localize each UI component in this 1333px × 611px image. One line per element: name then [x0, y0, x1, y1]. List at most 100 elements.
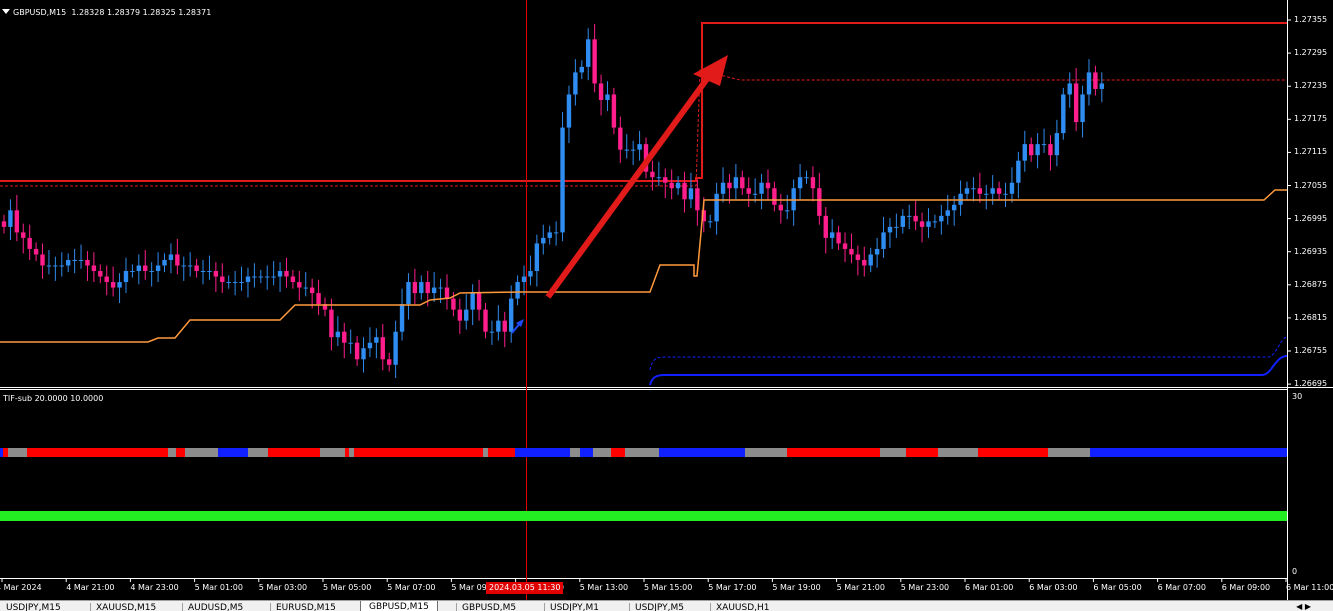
candle	[297, 282, 302, 288]
candle	[348, 342, 353, 344]
tab-separator	[90, 603, 91, 611]
candle	[412, 282, 418, 294]
price-label: 1.27175	[1294, 114, 1328, 124]
candle	[977, 188, 983, 194]
crosshair-time-label: 2024.03.05 11:30	[486, 582, 564, 594]
time-label: 4 Mar 23:00	[130, 583, 179, 592]
candle	[451, 298, 456, 310]
candle	[303, 287, 308, 289]
signal-segment	[1090, 448, 1287, 457]
candle	[271, 276, 276, 278]
candle	[881, 232, 886, 249]
candle	[457, 309, 463, 321]
candle	[33, 248, 39, 255]
candle	[720, 182, 726, 194]
time-label: 5 Mar 07:00	[387, 583, 436, 592]
candle	[1, 221, 7, 227]
candle	[419, 282, 424, 294]
tab-gbpusd-m15[interactable]: GBPUSD,M15	[360, 601, 438, 611]
signal-segment	[483, 448, 488, 457]
candle	[252, 276, 257, 278]
candle	[849, 248, 854, 255]
candle	[1016, 160, 1021, 183]
candle	[40, 254, 45, 266]
tab-xauusd-m15[interactable]: XAUUSD,M15	[96, 603, 156, 611]
candle	[1067, 83, 1072, 95]
candle	[431, 287, 437, 294]
candle	[566, 94, 572, 128]
candle	[361, 348, 366, 360]
signal-segment	[185, 448, 218, 457]
candle	[586, 39, 591, 67]
price-label: 1.26875	[1294, 279, 1328, 289]
scroll-arrows-icon[interactable]: ◀ ▶	[1296, 602, 1311, 611]
candle	[393, 331, 398, 365]
support-line	[649, 355, 1288, 386]
chart-window[interactable]: GBPUSD,M15 1.28328 1.28379 1.28325 1.283…	[0, 0, 1333, 611]
signal-segment	[488, 448, 515, 457]
time-label: 6 Mar 11:00	[1286, 583, 1333, 592]
signal-segment	[27, 448, 168, 457]
signal-segment	[8, 448, 27, 457]
time-label: 5 Mar 03:00	[258, 583, 308, 592]
tab-usdjpy-m5[interactable]: USDJPY,M5	[635, 603, 684, 611]
time-label: 6 Mar 09:00	[1221, 583, 1271, 592]
candle	[85, 259, 90, 266]
candle	[265, 276, 270, 278]
candle	[342, 331, 347, 343]
candle	[168, 254, 174, 260]
candle	[130, 271, 135, 273]
candle	[695, 188, 700, 211]
candle	[117, 282, 122, 288]
candle	[1054, 133, 1060, 156]
signal-segment	[362, 448, 483, 457]
candle	[669, 182, 674, 189]
candle	[1003, 193, 1008, 195]
tab-gbpusd-m5[interactable]: GBPUSD,M5	[462, 603, 516, 611]
candle	[1009, 182, 1015, 194]
price-label: 1.27235	[1294, 81, 1328, 91]
candle	[772, 188, 777, 205]
candle	[727, 182, 732, 189]
price-label: 1.27115	[1294, 147, 1328, 157]
candle	[541, 237, 546, 244]
candle	[226, 282, 231, 284]
candle	[387, 359, 392, 365]
signal-segment	[168, 448, 176, 457]
symbol-header: GBPUSD,M15 1.28328 1.28379 1.28325 1.283…	[2, 8, 211, 17]
time-label: 5 Mar 01:00	[194, 583, 243, 592]
time-label: 5 Mar 13:00	[579, 583, 629, 592]
time-label: 5 Mar 21:00	[836, 583, 885, 592]
triangle-down-icon[interactable]	[2, 9, 10, 14]
signal-segment	[906, 448, 938, 457]
support-dashed-line	[649, 336, 1288, 371]
candle	[1035, 144, 1040, 156]
candle	[155, 265, 161, 272]
candle	[528, 271, 533, 277]
trend-arrow-head	[693, 55, 728, 86]
candle	[464, 309, 469, 321]
candle	[637, 144, 642, 150]
tab-audusd-m5[interactable]: AUDUSD,M5	[188, 603, 243, 611]
subwindow-title: TIF-sub 20.0000 10.0000	[3, 394, 104, 403]
candle	[162, 259, 167, 266]
tab-usdjpy-m1[interactable]: USDJPY,M1	[550, 603, 599, 611]
tab-separator	[629, 603, 630, 611]
candle	[894, 226, 899, 228]
sub-scale-top: 30	[1292, 392, 1303, 401]
candle	[110, 282, 116, 288]
chart-tabs: USDJPY,M15 XAUUSD,M15 AUDUSD,M5 EURUSD,M15 G…	[0, 600, 1333, 611]
tab-eurusd-m15[interactable]: EURUSD,M15	[276, 603, 336, 611]
time-label: 5 Mar 17:00	[708, 583, 757, 592]
candle	[399, 304, 405, 332]
candle	[746, 188, 751, 194]
candle	[483, 309, 488, 332]
candle	[207, 271, 212, 273]
tab-usdjpy-m15[interactable]: USDJPY,M15	[6, 603, 61, 611]
tab-xauusd-h1[interactable]: XAUUSD,H1	[716, 603, 770, 611]
candle	[887, 226, 893, 233]
price-chart[interactable]	[0, 0, 1333, 600]
trend-bar	[0, 511, 1287, 521]
candle	[836, 232, 841, 244]
candle	[939, 215, 944, 222]
